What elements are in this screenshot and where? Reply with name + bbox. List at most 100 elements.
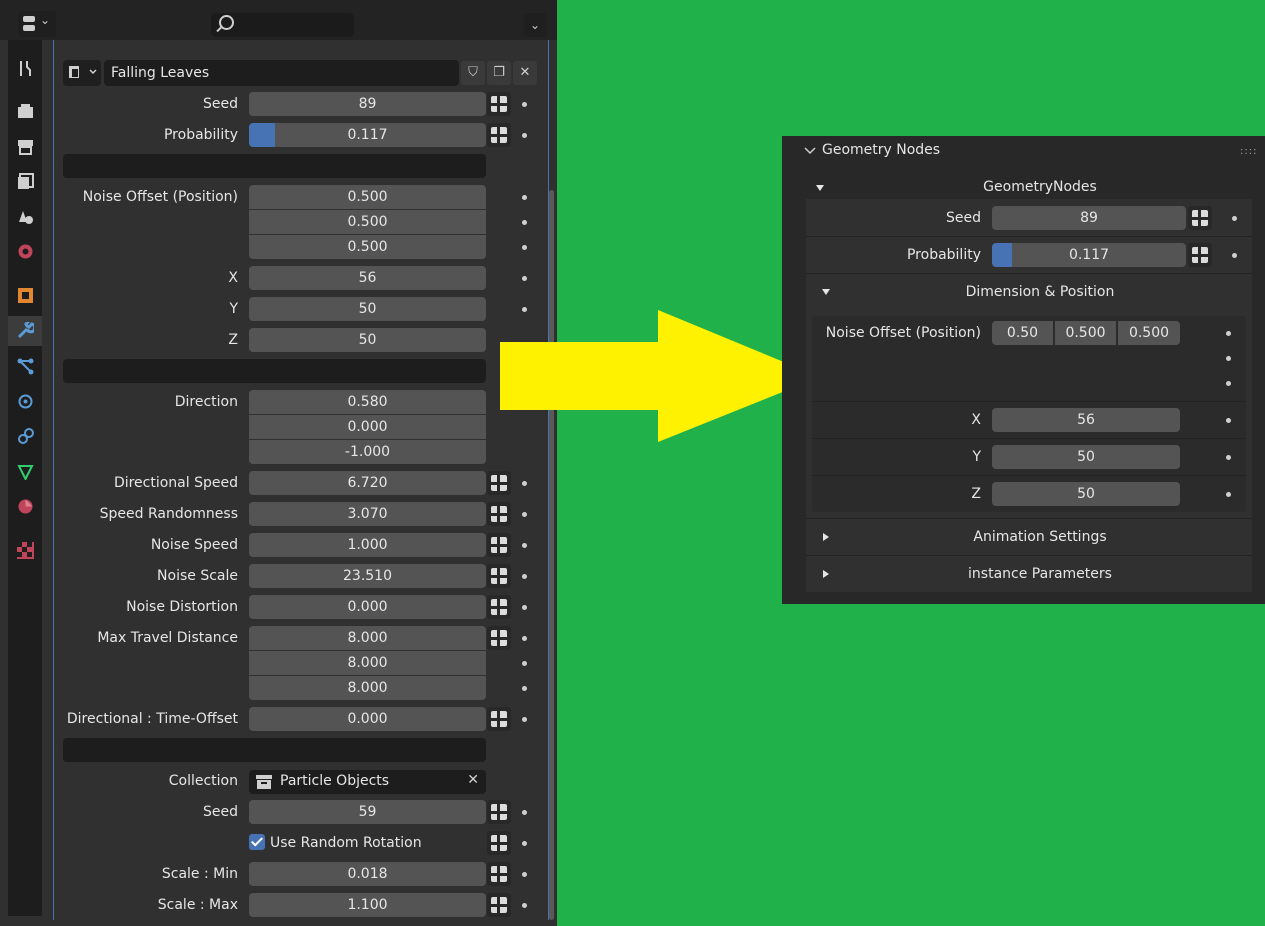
material-icon[interactable] — [17, 498, 34, 515]
animate-dot[interactable] — [522, 133, 527, 138]
tool-icon[interactable] — [17, 60, 34, 77]
options-dropdown-button[interactable]: ⌄ — [523, 13, 547, 37]
animate-dot[interactable] — [522, 543, 527, 548]
animate-dot[interactable] — [1232, 253, 1237, 258]
animate-dot[interactable] — [522, 810, 527, 815]
x-field[interactable]: 56 — [992, 408, 1180, 432]
collection-field[interactable]: Particle Objects ✕ — [249, 770, 486, 794]
section-header-bar[interactable] — [63, 359, 486, 383]
keyframe-icon[interactable] — [487, 626, 511, 650]
group-title[interactable]: GeometryNodes — [940, 179, 1140, 195]
seed-field[interactable]: 89 — [249, 92, 486, 116]
animate-dot[interactable] — [1226, 331, 1231, 336]
probability-slider[interactable]: 0.117 — [992, 243, 1186, 267]
noise-offset-x[interactable]: 0.500 — [249, 185, 486, 209]
animate-dot[interactable] — [1226, 356, 1231, 361]
chevron-down-icon[interactable] — [803, 144, 817, 158]
x-field[interactable]: 56 — [249, 266, 486, 290]
direction-x[interactable]: 0.580 — [249, 390, 486, 414]
keyframe-icon[interactable] — [1188, 243, 1212, 267]
texture-icon[interactable] — [17, 542, 34, 559]
keyframe-icon[interactable] — [487, 564, 511, 588]
object-icon[interactable] — [17, 287, 34, 304]
modifier-name-field[interactable]: Falling Leaves — [104, 60, 459, 86]
animate-dot[interactable] — [522, 102, 527, 107]
direction-z[interactable]: -1.000 — [249, 440, 486, 464]
expand-triangle-icon[interactable] — [821, 287, 831, 297]
close-icon[interactable]: ✕ — [513, 61, 537, 85]
modifier-type-button[interactable] — [63, 60, 101, 86]
animate-dot[interactable] — [522, 195, 527, 200]
animate-dot[interactable] — [522, 574, 527, 579]
duplicate-icon[interactable]: ❐ — [487, 61, 511, 85]
noise-offset-y[interactable]: 0.500 — [1055, 321, 1116, 345]
output-icon[interactable] — [17, 138, 34, 155]
noise-scale-field[interactable]: 23.510 — [249, 564, 486, 588]
noise-distortion-field[interactable]: 0.000 — [249, 595, 486, 619]
animate-dot[interactable] — [522, 872, 527, 877]
noise-offset-x[interactable]: 0.50 — [992, 321, 1053, 345]
max-travel-x[interactable]: 8.000 — [249, 626, 486, 650]
keyframe-icon[interactable] — [487, 471, 511, 495]
animate-dot[interactable] — [522, 661, 527, 666]
keyframe-icon[interactable] — [1188, 206, 1212, 230]
constraints-icon[interactable] — [17, 428, 34, 445]
animate-dot[interactable] — [522, 903, 527, 908]
fake-user-shield-icon[interactable]: ⛉ — [461, 61, 485, 85]
render-icon[interactable] — [17, 103, 34, 120]
noise-speed-field[interactable]: 1.000 — [249, 533, 486, 557]
wrench-icon[interactable] — [17, 319, 37, 339]
collapsed-triangle-icon[interactable] — [821, 532, 831, 542]
data-icon[interactable] — [17, 463, 34, 482]
animate-dot[interactable] — [522, 717, 527, 722]
y-field[interactable]: 50 — [249, 297, 486, 321]
seed-field[interactable]: 59 — [249, 800, 486, 824]
animate-dot[interactable] — [1232, 216, 1237, 221]
instance-section-title[interactable]: instance Parameters — [940, 566, 1140, 582]
dimension-section-title[interactable]: Dimension & Position — [940, 284, 1140, 300]
scrollbar[interactable] — [549, 190, 554, 920]
time-offset-field[interactable]: 0.000 — [249, 707, 486, 731]
scene-icon[interactable] — [17, 208, 34, 225]
animate-dot[interactable] — [522, 636, 527, 641]
animate-dot[interactable] — [522, 841, 527, 846]
animation-section-title[interactable]: Animation Settings — [940, 529, 1140, 545]
section-header-bar[interactable] — [63, 738, 486, 762]
noise-offset-z[interactable]: 0.500 — [1118, 321, 1180, 345]
collapsed-triangle-icon[interactable] — [821, 569, 831, 579]
expand-triangle-icon[interactable] — [815, 183, 825, 193]
keyframe-icon[interactable] — [487, 707, 511, 731]
animate-dot[interactable] — [1226, 381, 1231, 386]
directional-speed-field[interactable]: 6.720 — [249, 471, 486, 495]
animate-dot[interactable] — [522, 276, 527, 281]
noise-offset-y[interactable]: 0.500 — [249, 210, 486, 234]
animate-dot[interactable] — [1226, 455, 1231, 460]
noise-offset-z[interactable]: 0.500 — [249, 235, 486, 259]
animate-dot[interactable] — [522, 220, 527, 225]
animate-dot[interactable] — [522, 481, 527, 486]
z-field[interactable]: 50 — [992, 482, 1180, 506]
section-header-bar[interactable] — [63, 154, 486, 178]
search-input[interactable] — [211, 13, 354, 37]
y-field[interactable]: 50 — [992, 445, 1180, 469]
random-rotation-checkbox[interactable] — [249, 834, 265, 850]
physics-icon[interactable] — [17, 393, 34, 410]
keyframe-icon[interactable] — [487, 862, 511, 886]
keyframe-icon[interactable] — [487, 502, 511, 526]
animate-dot[interactable] — [1226, 418, 1231, 423]
max-travel-z[interactable]: 8.000 — [249, 676, 486, 700]
keyframe-icon[interactable] — [487, 533, 511, 557]
animate-dot[interactable] — [522, 686, 527, 691]
max-travel-y[interactable]: 8.000 — [249, 651, 486, 675]
keyframe-icon[interactable] — [487, 123, 511, 147]
particles-icon[interactable] — [17, 358, 34, 375]
probability-slider[interactable]: 0.117 — [249, 123, 486, 147]
view-layer-icon[interactable] — [17, 173, 34, 190]
keyframe-icon[interactable] — [487, 595, 511, 619]
speed-randomness-field[interactable]: 3.070 — [249, 502, 486, 526]
z-field[interactable]: 50 — [249, 328, 486, 352]
world-icon[interactable] — [17, 243, 34, 260]
keyframe-icon[interactable] — [487, 92, 511, 116]
clear-icon[interactable]: ✕ — [467, 772, 479, 788]
scale-max-field[interactable]: 1.100 — [249, 893, 486, 917]
